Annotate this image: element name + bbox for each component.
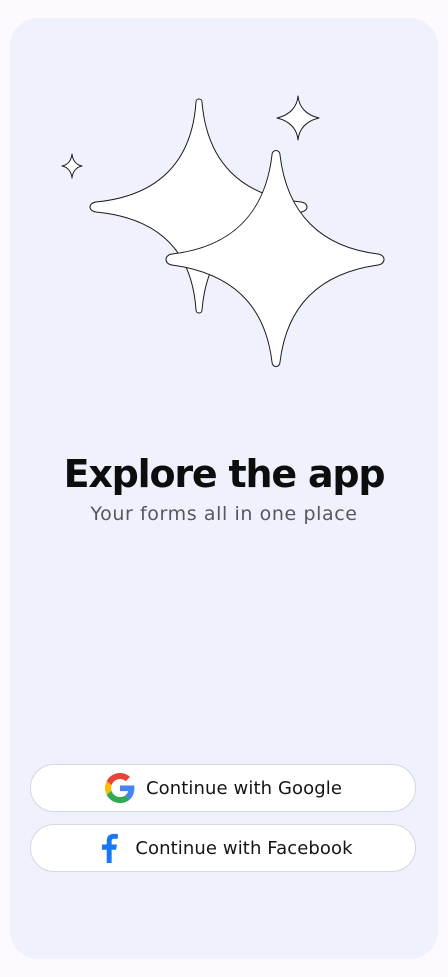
continue-with-facebook-button[interactable]: Continue with Facebook — [30, 824, 416, 872]
small-sparkle-icon — [61, 153, 83, 179]
page-subtitle: Your forms all in one place — [90, 503, 358, 525]
facebook-icon — [93, 832, 125, 864]
page-title: Explore the app — [63, 452, 386, 496]
sparkles-illustration — [61, 95, 385, 367]
facebook-button-label: Continue with Facebook — [135, 837, 353, 859]
onboarding-card: Explore the app Your forms all in one pl… — [10, 18, 438, 959]
medium-sparkle-icon — [276, 95, 320, 141]
google-icon — [104, 772, 136, 804]
google-button-label: Continue with Google — [145, 777, 343, 799]
continue-with-google-button[interactable]: Continue with Google — [30, 764, 416, 812]
